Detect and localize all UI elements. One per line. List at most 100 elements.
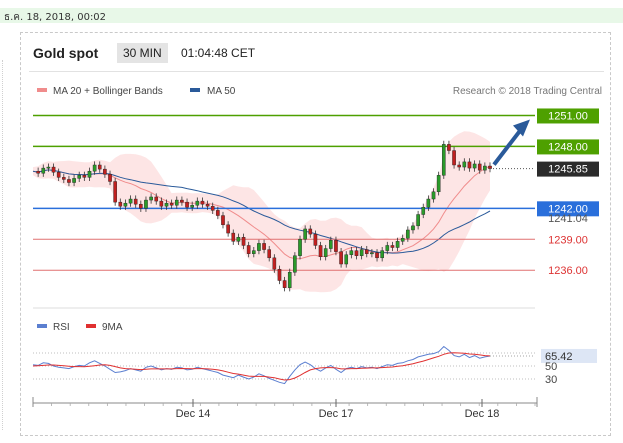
candle-body xyxy=(251,250,256,254)
candle-body xyxy=(92,164,97,172)
candle-body xyxy=(303,228,307,240)
candle-body xyxy=(123,202,128,207)
candle-body xyxy=(472,163,477,169)
candle-body xyxy=(180,199,184,203)
candle-body xyxy=(200,200,205,205)
candle-body xyxy=(257,243,261,251)
candle-body xyxy=(370,252,374,255)
candle-body xyxy=(380,250,384,259)
legend-label-rsi: RSI xyxy=(53,322,70,333)
candle-body xyxy=(293,255,297,273)
rsi-tick-50: 50 xyxy=(545,361,557,373)
candle-body xyxy=(426,198,431,208)
candle-body xyxy=(231,232,236,242)
candle-body xyxy=(400,238,405,242)
candle-body xyxy=(462,161,467,168)
legend-swatch-9ma xyxy=(86,324,96,328)
candle-body xyxy=(483,165,487,171)
candle-body xyxy=(421,207,426,215)
candle-body xyxy=(118,201,123,207)
candle-body xyxy=(108,174,112,182)
candle-body xyxy=(467,161,472,169)
candle-body xyxy=(390,245,395,248)
candle-body xyxy=(334,240,338,252)
candle-body xyxy=(272,257,277,270)
candle-body xyxy=(308,228,313,235)
candle-body xyxy=(267,249,272,259)
candle-body xyxy=(190,205,194,208)
candle-body xyxy=(452,150,456,166)
legend-swatch-rsi xyxy=(37,324,47,328)
candle-body xyxy=(349,250,354,255)
candle-body xyxy=(72,178,76,183)
candle-body xyxy=(359,249,364,256)
candle-body xyxy=(262,243,266,250)
candle-body xyxy=(436,175,441,193)
candle-body xyxy=(46,166,51,169)
candle-body xyxy=(67,179,71,183)
candle-body xyxy=(246,245,251,254)
candle-body xyxy=(62,177,66,180)
candle-body xyxy=(375,252,379,259)
candle-body xyxy=(477,163,482,171)
candle-body xyxy=(282,280,287,288)
legend-label-9ma: 9MA xyxy=(102,322,123,333)
level-label-1239.00: 1239.00 xyxy=(548,234,588,246)
candle-body xyxy=(195,200,200,206)
x-tick-label-0: Dec 14 xyxy=(176,408,211,420)
candle-body xyxy=(174,199,179,206)
candle-body xyxy=(344,254,349,265)
candle-body xyxy=(185,201,189,208)
candle-body xyxy=(277,268,282,281)
candle-body xyxy=(354,250,359,256)
level-label-1251.00: 1251.00 xyxy=(548,110,588,122)
candle-body xyxy=(313,233,318,246)
level-label-1236.00: 1236.00 xyxy=(548,265,588,277)
legend-swatch-ma50 xyxy=(190,88,200,92)
price-chart: MA 20 + Bollinger Bands MA 50 Research © 2… xyxy=(32,86,602,420)
candle-body xyxy=(113,181,117,203)
candle-body xyxy=(329,240,333,249)
candle-body xyxy=(103,168,107,175)
level-label-1248.00: 1248.00 xyxy=(548,141,588,153)
candle-body xyxy=(416,214,420,227)
candle-body xyxy=(221,215,225,226)
legend-label-ma50: MA 50 xyxy=(207,86,236,97)
candle-body xyxy=(128,198,133,204)
candle-body xyxy=(298,239,302,256)
candle-body xyxy=(133,198,138,205)
candle-body xyxy=(236,236,241,242)
candle-body xyxy=(144,199,148,209)
candle-body xyxy=(36,170,40,174)
last-price-label: 1245.85 xyxy=(548,164,588,176)
candle-body xyxy=(82,175,87,178)
candle-body xyxy=(87,170,92,178)
ma50-last-label: 1241.04 xyxy=(548,213,588,225)
candle-body xyxy=(457,164,461,168)
candle-body xyxy=(169,202,174,206)
legend-label-bollinger: MA 20 + Bollinger Bands xyxy=(53,86,163,97)
candle-body xyxy=(431,191,436,200)
candle-body xyxy=(395,241,400,248)
candle-body xyxy=(154,196,159,202)
candle-body xyxy=(41,167,46,174)
candle-body xyxy=(441,144,446,176)
candle-body xyxy=(447,144,451,151)
candle-body xyxy=(77,175,82,179)
rsi-tick-30: 30 xyxy=(545,374,557,386)
legend-swatch-bollinger xyxy=(37,88,47,92)
candle-body xyxy=(159,200,164,207)
candle-body xyxy=(139,203,143,209)
candle-body xyxy=(318,245,323,258)
candle-body xyxy=(241,236,246,246)
candle-body xyxy=(406,229,410,239)
candle-body xyxy=(56,172,61,178)
research-credit: Research © 2018 Trading Central xyxy=(453,86,602,97)
x-tick-label-1: Dec 17 xyxy=(319,408,354,420)
candle-body xyxy=(210,206,215,211)
candle-body xyxy=(385,245,390,251)
candle-body xyxy=(97,164,102,170)
candle-body xyxy=(339,251,343,265)
candle-body xyxy=(164,202,169,207)
candle-body xyxy=(411,225,415,231)
